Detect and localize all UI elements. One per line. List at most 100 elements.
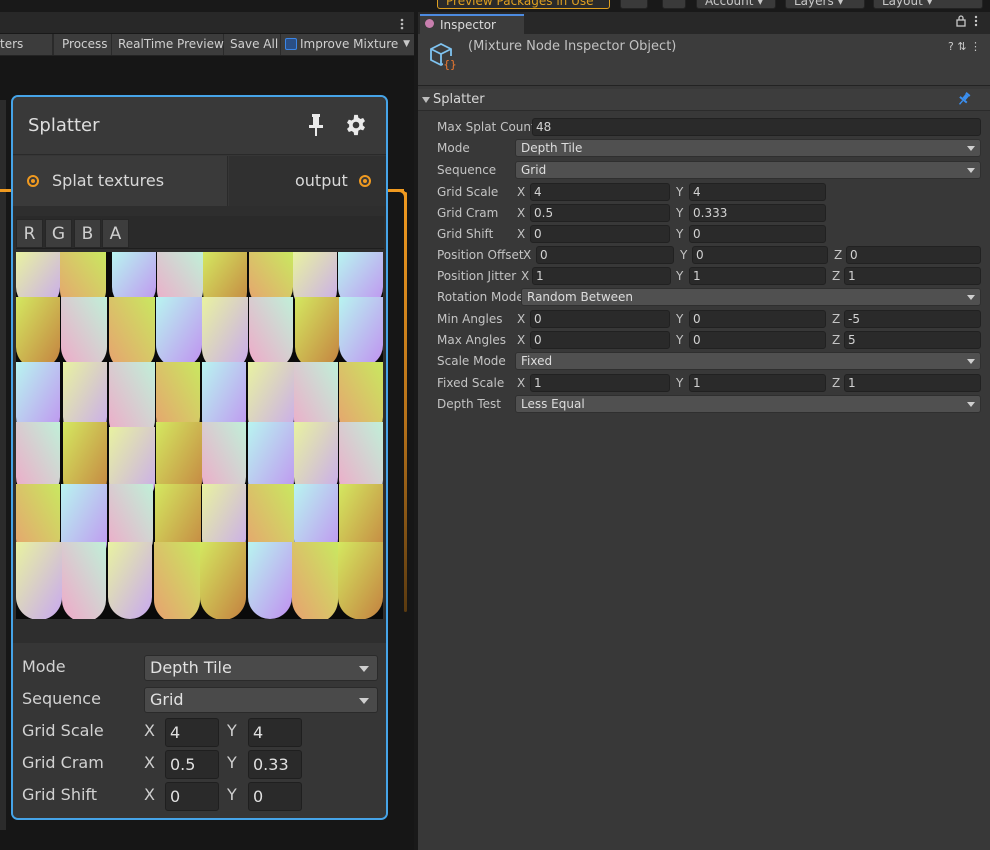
graph-toolbar: ters Process RealTime Preview Save All I… [0, 34, 414, 56]
save-all-button[interactable]: Save All [224, 34, 281, 55]
grid-shift-row: Grid Shift X 0 Y 0 [418, 224, 990, 245]
mode-dropdown[interactable]: Depth Tile [515, 139, 981, 157]
account-dropdown[interactable]: Account ▾ [696, 0, 776, 9]
fixed-scale-z-field[interactable]: 1 [844, 374, 981, 392]
collab-icon[interactable] [620, 0, 648, 9]
min-angles-x-field[interactable]: 0 [530, 310, 670, 328]
tab-menu-icon[interactable] [400, 18, 404, 30]
process-button[interactable]: Process [53, 34, 112, 55]
grid-cram-x-field[interactable]: 0.5 [165, 750, 219, 779]
channel-b-button[interactable]: B [74, 219, 101, 248]
grid-shift-x-field[interactable]: 0 [530, 225, 670, 243]
node-settings: Mode Depth Tile Sequence Grid Grid Scale… [13, 643, 386, 818]
fixed-scale-z-axis: Z [832, 376, 841, 390]
splatter-node[interactable]: Splatter Splat textures output R G B A M… [11, 95, 388, 820]
grid-shift-x-field[interactable]: 0 [165, 782, 219, 811]
tab-menu-icon[interactable] [974, 15, 978, 27]
adjacent-node-edge [0, 100, 6, 830]
output-port-label: output [295, 171, 348, 190]
grid-scale-y-field[interactable]: 4 [689, 183, 826, 201]
realtime-preview-button[interactable]: RealTime Preview [112, 34, 224, 55]
inspector-tab[interactable]: Inspector [420, 14, 524, 34]
grid-cram-x-field[interactable]: 0.5 [530, 204, 670, 222]
node-title: Splatter [28, 115, 100, 136]
max-angles-y-field[interactable]: 0 [689, 331, 826, 349]
chevron-down-icon [967, 295, 975, 300]
lock-icon[interactable] [956, 15, 966, 27]
grid-cram-label: Grid Cram [22, 753, 104, 772]
fixed-scale-y-field[interactable]: 1 [689, 374, 826, 392]
preview-packages-button[interactable]: Preview Packages in Use ▾ [437, 0, 610, 9]
node-header[interactable]: Splatter [13, 97, 386, 155]
grid-cram-y-field[interactable]: 0.33 [248, 750, 302, 779]
max-angles-x-axis: X [517, 333, 526, 347]
inspector-tab-icon [425, 19, 434, 28]
toolbar-partial-label: ters [0, 37, 24, 51]
channel-g-button[interactable]: G [45, 219, 72, 248]
grid-scale-x-field[interactable]: 4 [165, 718, 219, 747]
gear-icon[interactable] [345, 114, 367, 136]
position-jitter-z-field[interactable]: 1 [844, 267, 981, 285]
grid-shift-y-field[interactable]: 0 [248, 782, 302, 811]
rotation-mode-dropdown[interactable]: Random Between [521, 288, 981, 306]
max-angles-z-field[interactable]: 5 [844, 331, 981, 349]
chevron-down-icon [967, 359, 975, 364]
max-splat-count-row: Max Splat Count 48 [418, 117, 990, 138]
position-offset-label: Position Offset [437, 248, 524, 262]
inspector-header-icons[interactable]: ? ⇅ ⋮ [948, 40, 981, 53]
mode-dropdown[interactable]: Depth Tile [144, 655, 378, 681]
output-wire-down [404, 192, 407, 612]
sequence-dropdown[interactable]: Grid [144, 687, 378, 713]
input-port-dot[interactable] [27, 175, 39, 187]
min-angles-y-field[interactable]: 0 [689, 310, 826, 328]
position-offset-x-field[interactable]: 0 [536, 246, 674, 264]
output-port[interactable]: output [229, 156, 386, 206]
grid-cram-y-field[interactable]: 0.333 [689, 204, 826, 222]
output-port-dot[interactable] [359, 175, 371, 187]
grid-scale-y-field[interactable]: 4 [248, 718, 302, 747]
scale-mode-label: Scale Mode [437, 354, 506, 368]
position-offset-z-field[interactable]: 0 [846, 246, 981, 264]
max-angles-x-field[interactable]: 0 [530, 331, 670, 349]
account-label: Account [705, 0, 754, 8]
mode-label: Mode [437, 141, 470, 155]
inspector-tab-bar: Inspector [418, 12, 990, 34]
layout-dropdown[interactable]: Layout ▾ [873, 0, 983, 9]
scale-mode-dropdown[interactable]: Fixed [515, 352, 981, 370]
realtime-preview-label: RealTime Preview [118, 37, 224, 51]
channel-a-button[interactable]: A [102, 219, 129, 248]
grid-cram-label: Grid Cram [437, 206, 499, 220]
improve-mixture-dropdown[interactable]: Improve Mixture ▼ [281, 34, 414, 55]
position-jitter-y-field[interactable]: 1 [689, 267, 826, 285]
toolbar-partial-button[interactable]: ters [0, 34, 53, 55]
max-splat-count-field[interactable]: 48 [532, 118, 981, 136]
input-port-label: Splat textures [52, 171, 165, 190]
fixed-scale-row: Fixed Scale X 1 Y 1 Z 1 [418, 373, 990, 394]
sequence-value: Grid [150, 690, 184, 709]
input-port[interactable]: Splat textures [13, 156, 228, 206]
grid-shift-y-field[interactable]: 0 [689, 225, 826, 243]
position-jitter-y-axis: Y [676, 269, 684, 283]
mixture-graph-view[interactable]: ters Process RealTime Preview Save All I… [0, 12, 414, 850]
layers-dropdown[interactable]: Layers ▾ [785, 0, 865, 9]
foldout-arrow-icon[interactable] [422, 97, 430, 103]
position-jitter-x-field[interactable]: 1 [532, 267, 671, 285]
min-angles-y-axis: Y [676, 312, 684, 326]
cloud-icon[interactable] [662, 0, 686, 9]
depth-test-dropdown[interactable]: Less Equal [515, 395, 981, 413]
splatter-preview-image [16, 252, 383, 619]
pin-icon[interactable] [956, 91, 972, 107]
grid-scale-x-axis: X [144, 721, 155, 740]
position-offset-z-axis: Z [834, 248, 843, 262]
channel-r-button[interactable]: R [16, 219, 43, 248]
position-offset-row: Position Offset X 0 Y 0 Z 0 [418, 245, 990, 266]
grid-scale-x-field[interactable]: 4 [530, 183, 670, 201]
position-offset-y-field[interactable]: 0 [692, 246, 828, 264]
min-angles-z-field[interactable]: -5 [844, 310, 981, 328]
pin-icon[interactable] [307, 113, 325, 137]
fixed-scale-x-field[interactable]: 1 [530, 374, 670, 392]
improve-mixture-checkbox-icon [285, 38, 297, 50]
splatter-section-header[interactable]: Splatter [418, 89, 990, 111]
sequence-dropdown[interactable]: Grid [515, 161, 981, 179]
save-all-label: Save All [230, 37, 279, 51]
